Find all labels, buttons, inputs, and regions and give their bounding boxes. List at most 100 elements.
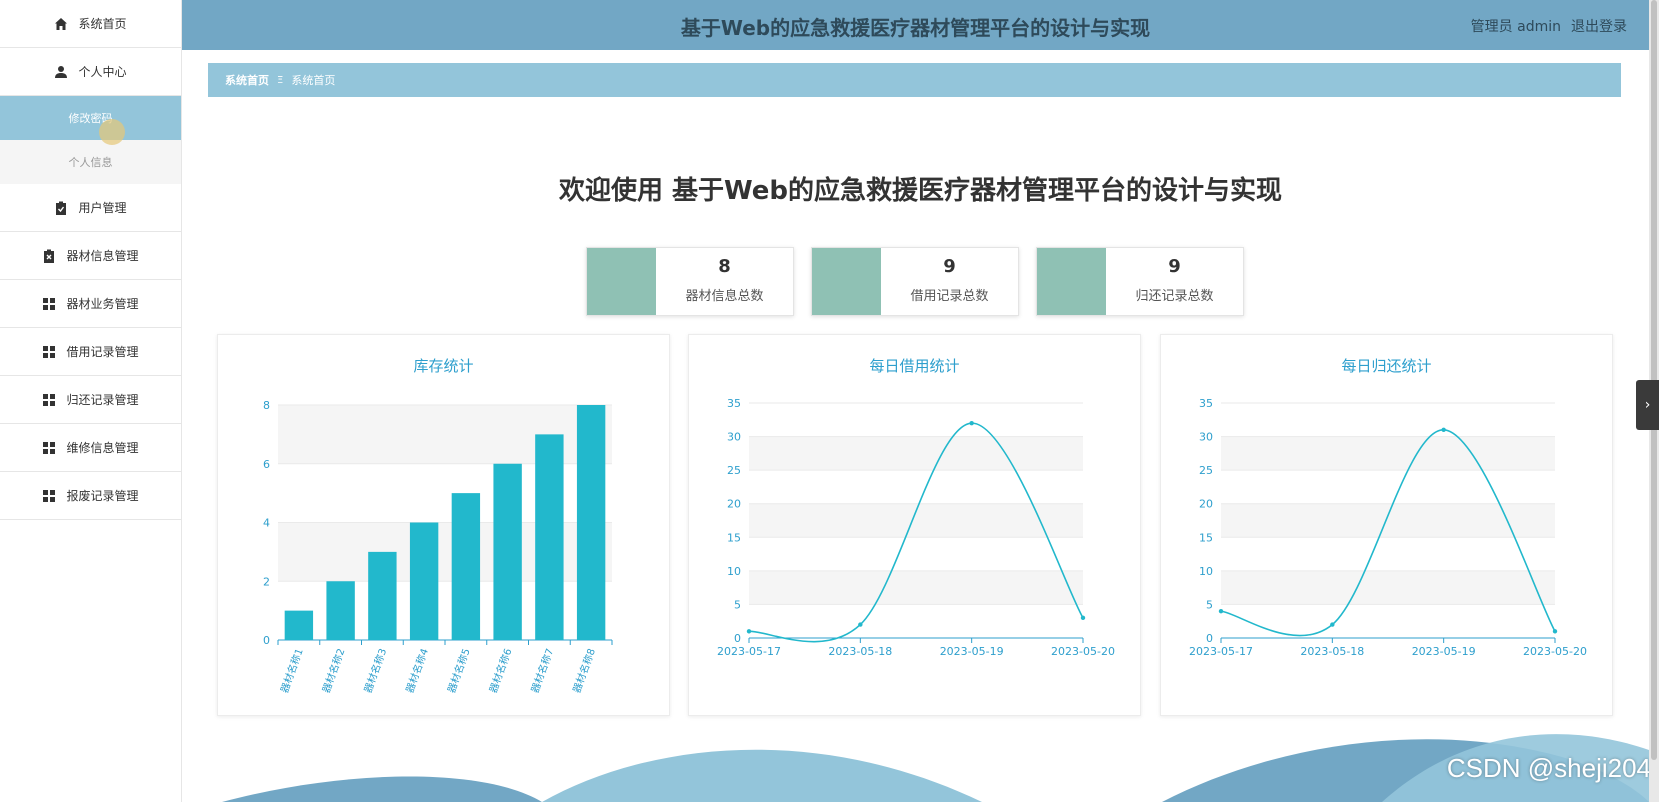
grid-band [1221,570,1555,605]
y-tick-label: 0 [263,634,270,647]
sidebar-item-label: 借用记录管理 [66,345,139,359]
sidebar-subitem-change-password[interactable]: 修改密码 [0,96,181,140]
sidebar-item-label: 维修信息管理 [66,441,139,455]
bar [493,463,522,640]
chart-title: 每日归还统计 [1341,357,1432,375]
data-point [1441,427,1446,433]
x-tick-label: 2023-05-19 [940,645,1004,658]
stat-card-borrow-total: 9 借用记录总数 [811,247,1019,316]
stat-body: 9 归还记录总数 [1106,248,1243,315]
bar [576,405,606,640]
grid-band [749,570,1083,605]
sidebar-item-label: 个人信息 [68,156,113,169]
data-point [858,622,863,627]
x-tick-label: 器材名称7 [528,647,556,695]
x-tick-label: 2023-05-17 [1189,645,1253,658]
sidebar-item-label: 器材信息管理 [66,249,139,263]
y-tick-label: 2 [263,575,270,588]
y-tick-label: 30 [727,431,741,444]
daily-return-line-chart: 0 5 10 15 20 25 30 35 2023-05-17 2023-05-18 2023-0… [1189,397,1587,658]
y-tick-label: 35 [1199,397,1213,410]
stat-accent [1037,248,1106,315]
welcome-heading: 欢迎使用 基于Web的应急救援医疗器材管理平台的设计与实现 [558,176,1283,206]
chart-title: 每日借用统计 [869,357,960,375]
data-point [1552,629,1558,634]
breadcrumb-current: 系统首页 [291,74,336,87]
top-header: 基于Web的应急救援医疗器材管理平台的设计与实现 管理员 admin 退出登录 [182,0,1649,50]
stat-body: 8 器材信息总数 [656,248,793,315]
sidebar-item-equipment-info[interactable]: 器材信息管理 [0,232,181,280]
y-tick-label: 6 [263,458,270,471]
daily-borrow-line-chart: 0 5 10 15 20 25 30 35 2023-05-17 2023-05-18 2023-0… [717,397,1115,658]
chart-card-inventory: 0 2 4 6 8 器材名称1 器材名称2 器材名称3 器材名称4 器材名称5 器材名称6 器材名称7… [217,334,670,716]
sidebar-item-home[interactable]: 系统首页 [0,0,181,48]
grid-band [1221,503,1555,538]
stat-value: 8 [718,256,731,277]
logout-link[interactable]: 退出登录 [1571,16,1627,36]
y-tick-label: 10 [727,565,741,578]
y-tick-label: 8 [263,399,270,412]
stat-accent [812,248,881,315]
grid-icon [42,297,56,311]
inventory-bar-chart: 0 2 4 6 8 器材名称1 器材名称2 器材名称3 器材名称4 器材名称5 器材名称6 器材名称7… [263,399,613,695]
stat-accent [587,248,656,315]
sidebar-item-repair-info[interactable]: 维修信息管理 [0,424,181,472]
chart-card-daily-return: 0 5 10 15 20 25 30 35 2023-05-17 2023-05-18 2023-0… [1160,334,1613,716]
breadcrumb-home-link[interactable]: 系统首页 [225,72,269,88]
sidebar-item-equipment-business[interactable]: 器材业务管理 [0,280,181,328]
y-tick-label: 25 [1199,464,1213,477]
stat-label: 归还记录总数 [1135,289,1214,304]
sidebar-item-return-records[interactable]: 归还记录管理 [0,376,181,424]
stat-card-return-total: 9 归还记录总数 [1036,247,1244,316]
chevron-right-icon: › [1644,397,1651,413]
y-tick-label: 20 [1199,498,1213,511]
data-point [1330,622,1335,627]
sidebar-item-borrow-records[interactable]: 借用记录管理 [0,328,181,376]
stat-value: 9 [943,256,956,277]
y-tick-label: 30 [1199,431,1213,444]
data-point [969,420,974,426]
sidebar-item-label: 系统首页 [78,17,127,31]
y-tick-label: 0 [1206,632,1213,645]
y-tick-label: 0 [734,632,741,645]
sidebar-subitem-personal-info[interactable]: 个人信息 [0,140,181,184]
sidebar-item-personal-center[interactable]: 个人中心 [0,48,181,96]
stat-value: 9 [1168,256,1181,277]
bar [284,610,314,640]
grid-band [1221,436,1555,471]
x-tick-label: 器材名称5 [445,647,473,695]
chart-card-daily-borrow: 0 5 10 15 20 25 30 35 2023-05-17 2023-05-18 2023-0… [688,334,1141,716]
x-tick-label: 器材名称3 [361,647,389,695]
sidebar-item-user-management[interactable]: 用户管理 [0,184,181,232]
bar [535,434,564,640]
sidebar-item-scrap-records[interactable]: 报废记录管理 [0,472,181,520]
clipboard-check-icon [54,201,68,215]
sidebar-item-label: 个人中心 [78,65,127,79]
decorative-waves [222,734,1649,802]
breadcrumb-separator-icon: Ξ [277,74,284,86]
y-tick-label: 35 [727,397,741,410]
side-panel-toggle[interactable]: › [1636,380,1659,430]
y-tick-label: 10 [1199,565,1213,578]
y-tick-label: 15 [727,531,741,544]
csdn-watermark: CSDN @sheji204 [1446,753,1651,783]
x-tick-label: 器材名称6 [486,647,514,695]
stat-body: 9 借用记录总数 [881,248,1018,315]
stat-card-equipment-total: 8 器材信息总数 [586,247,794,316]
bar [409,522,439,640]
x-tick-label: 器材名称4 [403,647,431,695]
current-user-label: 管理员 admin [1470,19,1561,35]
grid-band [749,503,1083,538]
data-point [1218,608,1224,614]
chart-title: 库存统计 [413,357,474,375]
bar [326,581,355,640]
x-tick-label: 2023-05-20 [1051,645,1115,658]
x-tick-label: 器材名称2 [319,647,347,695]
app-root: 系统首页 个人中心 修改密码 个人信息 用户管理 器材信息管理 器材业务管理 借… [0,0,1659,802]
home-icon [54,17,68,31]
app-title: 基于Web的应急救援医疗器材管理平台的设计与实现 [680,16,1151,40]
y-tick-label: 5 [1206,598,1213,611]
x-tick-label: 2023-05-18 [828,645,892,658]
grid-band [749,436,1083,471]
sidebar-item-label: 用户管理 [78,201,127,215]
